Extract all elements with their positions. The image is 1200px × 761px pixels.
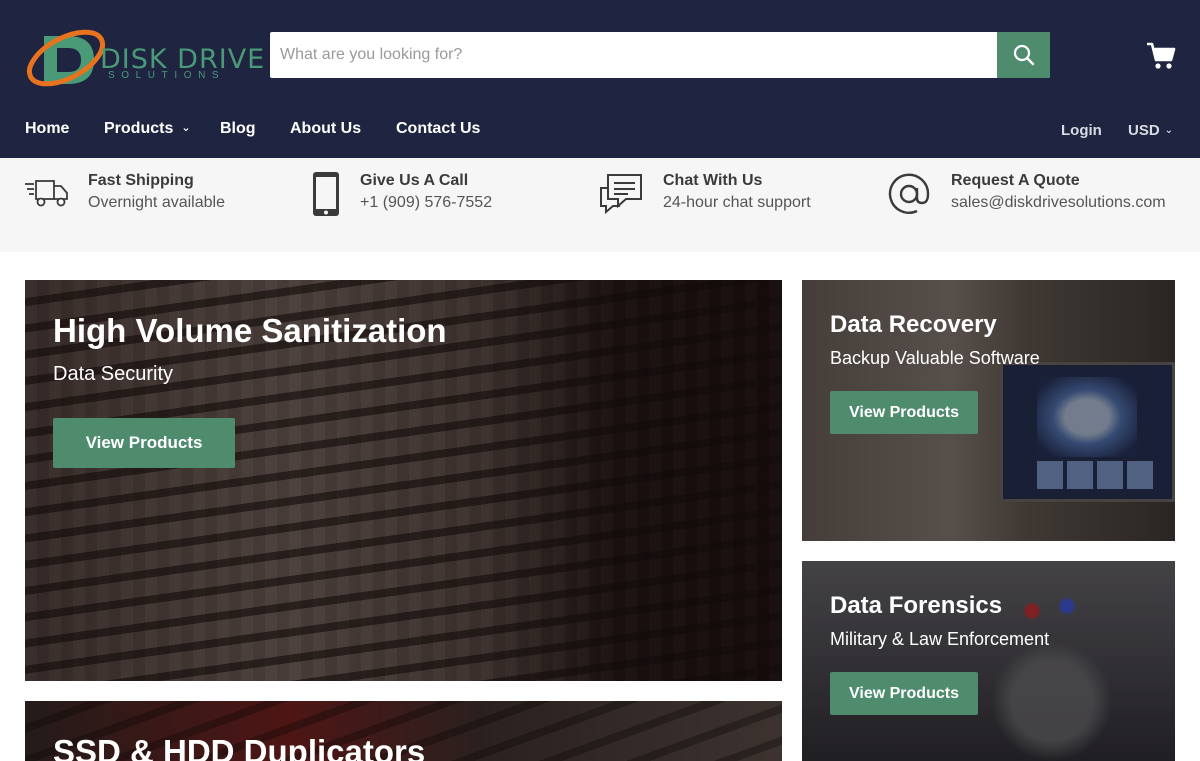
nav-item-products[interactable]: Products ⌄ <box>104 120 191 138</box>
main-nav: Home Products ⌄ Blog About Us Contact Us … <box>0 110 1200 150</box>
cart-button[interactable] <box>1145 40 1177 72</box>
feature-title: Give Us A Call <box>360 172 469 189</box>
image-overlay <box>802 561 1175 761</box>
promo-title: SSD & HDD Duplicators <box>53 733 426 761</box>
search-icon <box>1013 44 1034 66</box>
nav-label: Blog <box>220 120 256 137</box>
currency-label: USD <box>1128 122 1160 139</box>
promo-subtitle: Data Security <box>53 363 174 385</box>
promo-title: Data Recovery <box>830 311 997 338</box>
nav-label: Products <box>104 120 174 137</box>
feature-email[interactable]: sales@diskdrivesolutions.com <box>951 194 1166 212</box>
logo-tagline: SOLUTIONS <box>108 70 226 81</box>
nav-label: About Us <box>290 120 362 137</box>
promo-sanitization[interactable]: High Volume Sanitization Data Security V… <box>25 280 782 681</box>
nav-item-blog[interactable]: Blog <box>220 120 256 138</box>
view-products-button[interactable]: View Products <box>830 391 978 434</box>
features-bar: Fast Shipping Overnight available Give U… <box>0 158 1200 252</box>
promo-subtitle: Backup Valuable Software <box>830 348 1040 368</box>
chevron-down-icon: ⌄ <box>1164 125 1174 136</box>
promo-subtitle: Military & Law Enforcement <box>830 629 1050 649</box>
nav-item-about-us[interactable]: About Us <box>290 120 361 138</box>
currency-selector[interactable]: USD ⌄ <box>1128 122 1173 139</box>
search-button[interactable] <box>997 32 1050 78</box>
feature-subtitle: 24-hour chat support <box>663 194 811 211</box>
nav-item-contact-us[interactable]: Contact Us <box>396 120 480 138</box>
phone-icon <box>313 172 339 216</box>
view-products-button[interactable]: View Products <box>53 418 235 468</box>
view-products-button[interactable]: View Products <box>830 672 978 715</box>
truck-icon <box>25 180 68 207</box>
promo-title: High Volume Sanitization <box>53 312 447 349</box>
feature-subtitle: Overnight available <box>88 194 225 211</box>
nav-label: Home <box>25 120 70 137</box>
search-input[interactable] <box>270 32 997 78</box>
chat-icon <box>600 174 642 215</box>
cart-icon <box>1147 42 1176 69</box>
site-header: DISK DRIVE SOLUTIONS Home Products ⌄ Blog… <box>0 0 1200 158</box>
at-sign-icon <box>888 173 930 214</box>
chevron-down-icon: ⌄ <box>181 122 191 134</box>
promo-data-recovery[interactable]: Data Recovery Backup Valuable Software V… <box>802 280 1175 541</box>
search-bar <box>270 32 1050 78</box>
feature-title: Request A Quote <box>951 172 1080 189</box>
promo-data-forensics[interactable]: Data Forensics Military & Law Enforcemen… <box>802 561 1175 761</box>
promo-title: Data Forensics <box>830 592 1003 619</box>
promo-duplicators[interactable]: SSD & HDD Duplicators <box>25 701 782 761</box>
feature-title: Chat With Us <box>663 172 763 189</box>
feature-title: Fast Shipping <box>88 172 194 189</box>
feature-phone[interactable]: +1 (909) 576-7552 <box>360 194 492 212</box>
site-logo[interactable]: DISK DRIVE SOLUTIONS <box>24 24 264 88</box>
login-link[interactable]: Login <box>1061 122 1102 139</box>
nav-item-home[interactable]: Home <box>25 120 69 138</box>
nav-label: Contact Us <box>396 120 481 137</box>
